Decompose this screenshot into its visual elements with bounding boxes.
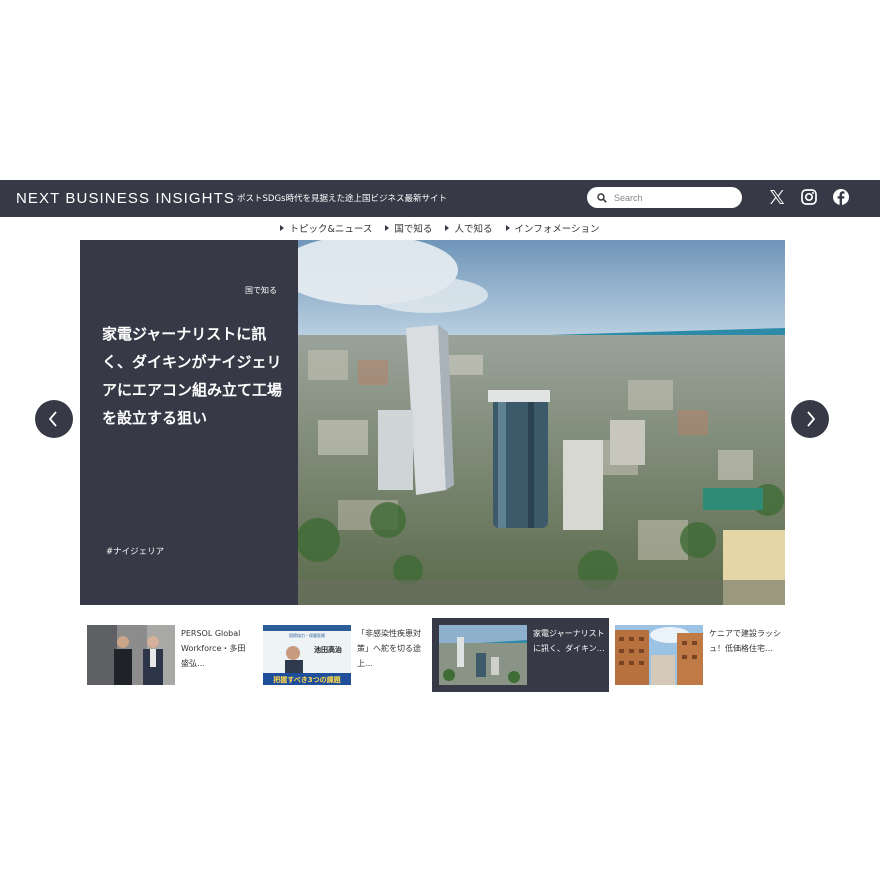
chevron-right-icon xyxy=(807,411,816,427)
article-card-title: PERSOL Global Workforce・多田盛弘… xyxy=(181,629,246,668)
nav-item-label: 国で知る xyxy=(394,224,433,235)
facebook-icon[interactable] xyxy=(832,188,850,206)
article-thumbnail xyxy=(439,625,527,685)
article-thumbnail xyxy=(615,625,703,685)
nav-item-information[interactable]: インフォメーション xyxy=(505,221,600,235)
nav-item-label: 人で知る xyxy=(454,224,493,235)
carousel-next-button[interactable] xyxy=(791,400,829,438)
article-thumbnail: 国際協力・保健医療 池田高治 把握すべき3つの課題 xyxy=(263,625,351,685)
article-thumbnail xyxy=(87,625,175,685)
site-header: NEXT BUSINESS INSIGHTS ポストSDGs時代を見据えた途上国… xyxy=(0,180,880,217)
site-tagline: ポストSDGs時代を見据えた途上国ビジネス最新サイト xyxy=(237,194,447,204)
chevron-left-icon xyxy=(48,411,57,427)
instagram-icon[interactable] xyxy=(800,188,818,206)
article-card-title: 「非感染性疾患対策」へ舵を切る途上… xyxy=(357,629,421,668)
svg-text:国際協力・保健医療: 国際協力・保健医療 xyxy=(289,632,325,638)
hero-tag[interactable]: #ナイジェリア xyxy=(106,545,164,557)
article-card[interactable]: 国際協力・保健医療 池田高治 把握すべき3つの課題 「非感染性疾患対策」へ舵を切… xyxy=(256,618,432,692)
triangle-right-icon xyxy=(385,225,390,231)
article-card-title: ケニアで建設ラッシュ！低価格住宅… xyxy=(709,629,781,653)
nav-item-people[interactable]: 人で知る xyxy=(445,221,492,235)
hero-image[interactable] xyxy=(298,240,785,605)
main-nav: トピック&ニュース 国で知る 人で知る インフォメーション xyxy=(0,221,880,235)
article-card-active[interactable]: 家電ジャーナリストに訊く、ダイキン… xyxy=(432,618,609,692)
article-card-title: 家電ジャーナリストに訊く、ダイキン… xyxy=(533,629,605,653)
site-logo[interactable]: NEXT BUSINESS INSIGHTS xyxy=(16,190,235,207)
search-input[interactable] xyxy=(614,189,734,206)
carousel-prev-button[interactable] xyxy=(35,400,73,438)
thumbnail-banner-text: 把握すべき3つの課題 xyxy=(273,675,341,684)
nav-item-countries[interactable]: 国で知る xyxy=(385,221,432,235)
nav-item-label: トピック&ニュース xyxy=(289,224,373,235)
nav-item-topics[interactable]: トピック&ニュース xyxy=(280,221,372,235)
search-icon xyxy=(597,193,607,203)
thumbnail-person-name: 池田高治 xyxy=(314,645,342,654)
nav-item-label: インフォメーション xyxy=(514,224,600,235)
triangle-right-icon xyxy=(505,225,510,231)
hero-category[interactable]: 国で知る xyxy=(245,285,277,296)
triangle-right-icon xyxy=(445,225,450,231)
triangle-right-icon xyxy=(280,225,285,231)
x-icon[interactable] xyxy=(768,188,786,206)
article-card[interactable]: PERSOL Global Workforce・多田盛弘… xyxy=(80,618,256,692)
article-card[interactable]: ケニアで建設ラッシュ！低価格住宅… xyxy=(609,618,785,692)
hero-title[interactable]: 家電ジャーナリストに訊く、ダイキンがナイジェリアにエアコン組み立て工場を設立する… xyxy=(102,320,282,432)
